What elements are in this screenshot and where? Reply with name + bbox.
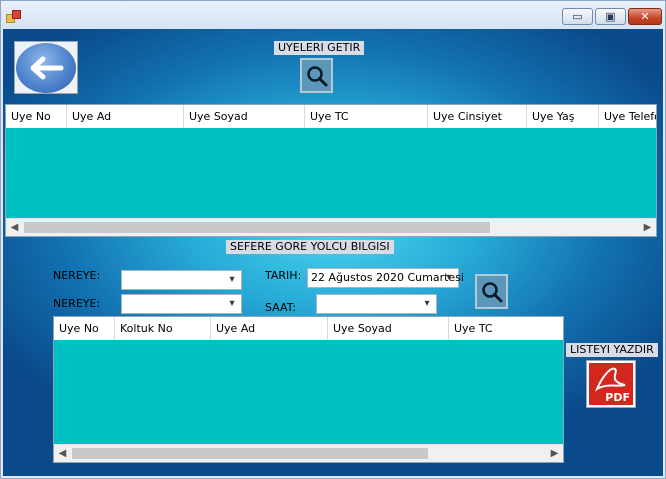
members-col-header[interactable]: Uye TC xyxy=(305,105,428,128)
members-col-header[interactable]: Uye Cinsiyet xyxy=(428,105,527,128)
arrow-left-icon xyxy=(16,42,76,93)
passenger-section-label: SEFERE GORE YOLCU BILGISI xyxy=(226,240,394,254)
minimize-button[interactable]: ▭ xyxy=(562,8,593,25)
back-button[interactable] xyxy=(14,41,78,94)
date-picker[interactable]: 22 Ağustos 2020 Cumartesi ▾ xyxy=(307,268,464,288)
scroll-right-icon[interactable]: ▶ xyxy=(546,445,563,462)
maximize-button[interactable]: ▣ xyxy=(595,8,626,25)
passengers-hscrollbar[interactable]: ◀ ▶ xyxy=(54,444,563,462)
app-icon xyxy=(6,10,21,23)
members-col-header[interactable]: Uye Telefo xyxy=(599,105,656,128)
members-grid-header: Uye No Uye Ad Uye Soyad Uye TC Uye Cinsi… xyxy=(6,105,656,128)
members-get-label: UYELERI GETIR xyxy=(274,41,365,55)
passengers-grid[interactable]: Uye No Koltuk No Uye Ad Uye Soyad Uye TC… xyxy=(53,316,564,463)
from-combobox[interactable]: ▾ xyxy=(121,270,242,290)
app-window: ▭ ▣ ✕ UYELERI GETIR Uye No Uye Ad Uye So… xyxy=(0,0,666,479)
from-label: NEREYE: xyxy=(53,269,101,282)
pdf-label: PDF xyxy=(605,391,630,404)
maximize-icon: ▣ xyxy=(605,10,616,23)
minimize-icon: ▭ xyxy=(572,10,583,23)
print-pdf-button[interactable]: PDF xyxy=(586,360,636,408)
passenger-search-button[interactable] xyxy=(475,274,508,309)
chevron-down-icon[interactable]: ▾ xyxy=(442,270,456,286)
title-bar: ▭ ▣ ✕ xyxy=(1,1,665,29)
chevron-down-icon[interactable]: ▾ xyxy=(225,272,239,288)
form-client-area: UYELERI GETIR Uye No Uye Ad Uye Soyad Uy… xyxy=(3,29,663,476)
members-scroll-thumb[interactable] xyxy=(24,222,490,233)
passengers-col-header[interactable]: Uye Ad xyxy=(211,317,328,340)
magnifier-icon xyxy=(481,281,503,303)
passengers-scroll-thumb[interactable] xyxy=(72,448,428,459)
passengers-grid-header: Uye No Koltuk No Uye Ad Uye Soyad Uye TC xyxy=(54,317,563,340)
chevron-down-icon[interactable]: ▾ xyxy=(225,296,239,312)
passengers-col-header[interactable]: Koltuk No xyxy=(115,317,211,340)
members-grid[interactable]: Uye No Uye Ad Uye Soyad Uye TC Uye Cinsi… xyxy=(5,104,657,237)
pdf-icon: PDF xyxy=(589,363,633,405)
members-col-header[interactable]: Uye Yaş xyxy=(527,105,599,128)
members-col-header[interactable]: Uye Soyad xyxy=(184,105,305,128)
scroll-left-icon[interactable]: ◀ xyxy=(54,445,71,462)
close-icon: ✕ xyxy=(640,10,650,23)
time-label: SAAT: xyxy=(265,301,296,314)
members-search-button[interactable] xyxy=(300,58,333,93)
passengers-col-header[interactable]: Uye No xyxy=(54,317,115,340)
date-label: TARIH: xyxy=(265,269,302,282)
print-list-label: LISTEYI YAZDIR xyxy=(566,343,658,357)
scroll-left-icon[interactable]: ◀ xyxy=(6,219,23,236)
scroll-right-icon[interactable]: ▶ xyxy=(639,219,656,236)
magnifier-icon xyxy=(306,65,328,87)
time-combobox[interactable]: ▾ xyxy=(316,294,437,314)
to-combobox[interactable]: ▾ xyxy=(121,294,242,314)
passengers-col-header[interactable]: Uye Soyad xyxy=(328,317,449,340)
members-col-header[interactable]: Uye Ad xyxy=(67,105,184,128)
members-col-header[interactable]: Uye No xyxy=(6,105,67,128)
members-hscrollbar[interactable]: ◀ ▶ xyxy=(6,218,656,236)
chevron-down-icon[interactable]: ▾ xyxy=(420,296,434,312)
passengers-col-header[interactable]: Uye TC xyxy=(449,317,563,340)
to-label: NEREYE: xyxy=(53,297,101,310)
close-button[interactable]: ✕ xyxy=(628,8,662,25)
